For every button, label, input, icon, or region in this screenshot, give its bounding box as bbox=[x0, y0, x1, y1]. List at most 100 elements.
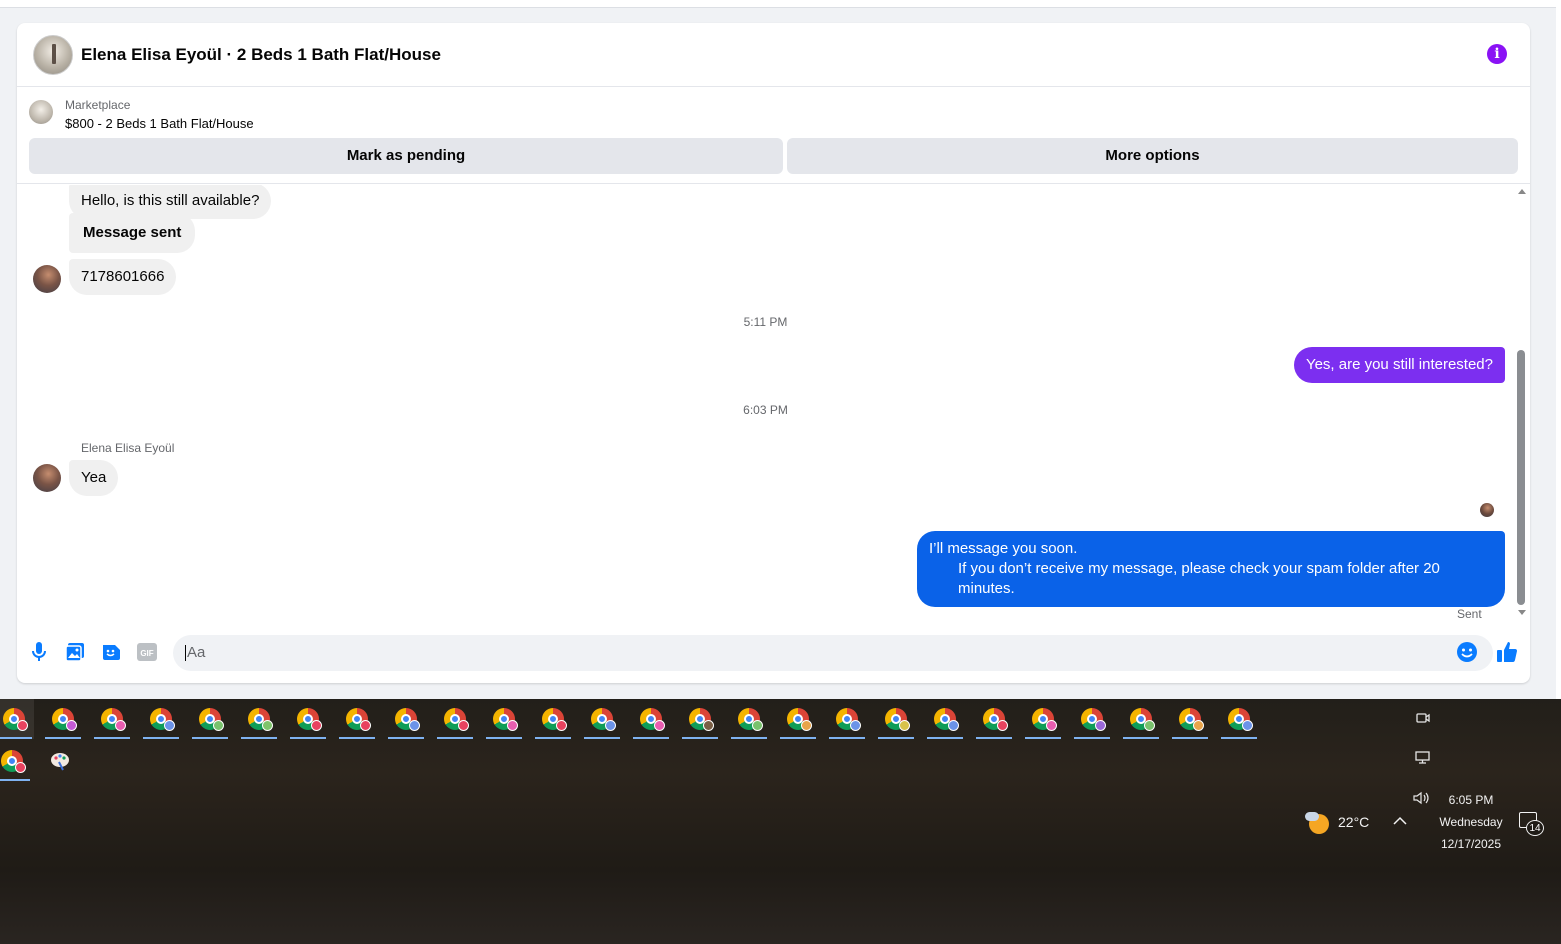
text-caret bbox=[185, 645, 186, 662]
running-indicator bbox=[829, 737, 865, 739]
taskbar-chrome-app[interactable] bbox=[43, 699, 83, 739]
taskbar-chrome-app[interactable] bbox=[239, 699, 279, 739]
scrollbar-thumb[interactable] bbox=[1517, 350, 1525, 605]
message-outgoing[interactable]: Yes, are you still interested? bbox=[1293, 347, 1505, 383]
profile-badge-icon bbox=[703, 720, 714, 731]
browser-top-strip bbox=[0, 0, 1561, 8]
message-incoming[interactable]: 7178601666 bbox=[69, 259, 177, 295]
message-scrollbar[interactable] bbox=[1514, 185, 1530, 625]
running-indicator bbox=[45, 737, 81, 739]
running-indicator bbox=[290, 737, 326, 739]
taskbar-chrome-app[interactable] bbox=[533, 699, 573, 739]
profile-badge-icon bbox=[948, 720, 959, 731]
scroll-up-arrow-icon[interactable] bbox=[1518, 189, 1526, 194]
taskbar-chrome-app[interactable] bbox=[288, 699, 328, 739]
running-indicator bbox=[437, 737, 473, 739]
gif-icon[interactable]: GIF bbox=[136, 641, 158, 663]
meet-now-icon[interactable] bbox=[1416, 711, 1430, 728]
message-incoming[interactable]: Message sent bbox=[69, 213, 196, 253]
taskbar-chrome-app[interactable] bbox=[0, 741, 32, 781]
taskbar-chrome-app[interactable] bbox=[631, 699, 671, 739]
microphone-icon[interactable] bbox=[28, 641, 50, 663]
running-indicator bbox=[682, 737, 718, 739]
chat-window: Elena Elisa Eyoül · 2 Beds 1 Bath Flat/H… bbox=[17, 23, 1530, 683]
message-status: Sent bbox=[1457, 607, 1482, 621]
weather-temperature[interactable]: 22°C bbox=[1338, 814, 1369, 830]
profile-badge-icon bbox=[66, 720, 77, 731]
taskbar-chrome-app[interactable] bbox=[974, 699, 1014, 739]
profile-badge-icon bbox=[801, 720, 812, 731]
taskbar-chrome-app[interactable] bbox=[337, 699, 377, 739]
running-indicator bbox=[535, 737, 571, 739]
taskbar-chrome-app[interactable] bbox=[190, 699, 230, 739]
profile-badge-icon bbox=[262, 720, 273, 731]
message-composer: GIF Aa bbox=[17, 629, 1530, 683]
profile-badge-icon bbox=[752, 720, 763, 731]
listing-summary[interactable]: $800 - 2 Beds 1 Bath Flat/House bbox=[65, 116, 254, 131]
mark-as-pending-button[interactable]: Mark as pending bbox=[29, 138, 783, 174]
contact-avatar-small[interactable] bbox=[33, 464, 61, 492]
profile-badge-icon bbox=[1144, 720, 1155, 731]
profile-badge-icon bbox=[360, 720, 371, 731]
network-icon[interactable] bbox=[1415, 751, 1431, 768]
taskbar-time[interactable]: 6:05 PM bbox=[1430, 793, 1512, 807]
message-outgoing[interactable]: I’ll message you soon. If you don’t rece… bbox=[917, 531, 1505, 607]
taskbar-chrome-app[interactable] bbox=[435, 699, 475, 739]
chat-title[interactable]: Elena Elisa Eyoül · 2 Beds 1 Bath Flat/H… bbox=[81, 45, 441, 65]
profile-badge-icon bbox=[605, 720, 616, 731]
cloud-shape bbox=[1305, 812, 1319, 821]
taskbar-chrome-app[interactable] bbox=[1023, 699, 1063, 739]
scroll-down-arrow-icon[interactable] bbox=[1518, 610, 1526, 615]
taskbar-chrome-app[interactable] bbox=[1219, 699, 1259, 739]
contact-avatar-small[interactable] bbox=[33, 265, 61, 293]
paint-app-icon[interactable] bbox=[40, 741, 80, 781]
emoji-icon[interactable] bbox=[1456, 641, 1478, 663]
taskbar-day[interactable]: Wednesday bbox=[1430, 815, 1512, 829]
chevron-up-icon[interactable] bbox=[1393, 814, 1407, 829]
message-line: If you don’t receive my message, please … bbox=[958, 560, 1440, 597]
photo-icon[interactable] bbox=[64, 641, 86, 663]
timestamp: 5:11 PM bbox=[743, 315, 788, 329]
taskbar-chrome-app[interactable] bbox=[582, 699, 622, 739]
running-indicator bbox=[192, 737, 228, 739]
running-indicator bbox=[241, 737, 277, 739]
taskbar-chrome-app[interactable] bbox=[729, 699, 769, 739]
sticker-icon[interactable] bbox=[100, 641, 122, 663]
taskbar-chrome-app[interactable] bbox=[0, 699, 34, 739]
listing-thumbnail[interactable] bbox=[29, 100, 53, 124]
profile-badge-icon bbox=[556, 720, 567, 731]
weather-icon[interactable] bbox=[1305, 812, 1329, 834]
thumbs-up-icon[interactable] bbox=[1496, 641, 1518, 663]
info-icon[interactable]: i bbox=[1487, 44, 1507, 64]
message-list: Hello, is this still available? Message … bbox=[17, 185, 1530, 625]
running-indicator bbox=[1172, 737, 1208, 739]
profile-badge-icon bbox=[1046, 720, 1057, 731]
message-incoming[interactable]: Yea bbox=[69, 460, 119, 496]
taskbar-date[interactable]: 12/17/2025 bbox=[1430, 837, 1512, 851]
contact-avatar[interactable] bbox=[33, 35, 73, 75]
taskbar-chrome-app[interactable] bbox=[386, 699, 426, 739]
running-indicator bbox=[339, 737, 375, 739]
taskbar-chrome-app[interactable] bbox=[827, 699, 867, 739]
taskbar-chrome-app[interactable] bbox=[92, 699, 132, 739]
sender-name: Elena Elisa Eyoül bbox=[81, 441, 175, 455]
profile-badge-icon bbox=[164, 720, 175, 731]
profile-badge-icon bbox=[654, 720, 665, 731]
taskbar-chrome-app[interactable] bbox=[680, 699, 720, 739]
taskbar-chrome-app[interactable] bbox=[925, 699, 965, 739]
taskbar-chrome-app[interactable] bbox=[1072, 699, 1112, 739]
svg-text:GIF: GIF bbox=[140, 649, 153, 658]
profile-badge-icon bbox=[899, 720, 910, 731]
more-options-button[interactable]: More options bbox=[787, 138, 1518, 174]
running-indicator bbox=[878, 737, 914, 739]
taskbar-chrome-app[interactable] bbox=[778, 699, 818, 739]
taskbar-chrome-app[interactable] bbox=[484, 699, 524, 739]
taskbar-chrome-app[interactable] bbox=[876, 699, 916, 739]
taskbar-chrome-app[interactable] bbox=[1170, 699, 1210, 739]
running-indicator bbox=[1025, 737, 1061, 739]
running-indicator bbox=[731, 737, 767, 739]
taskbar-chrome-app[interactable] bbox=[141, 699, 181, 739]
taskbar-chrome-app[interactable] bbox=[1121, 699, 1161, 739]
volume-icon[interactable] bbox=[1413, 791, 1431, 808]
message-input[interactable]: Aa bbox=[173, 635, 1493, 671]
